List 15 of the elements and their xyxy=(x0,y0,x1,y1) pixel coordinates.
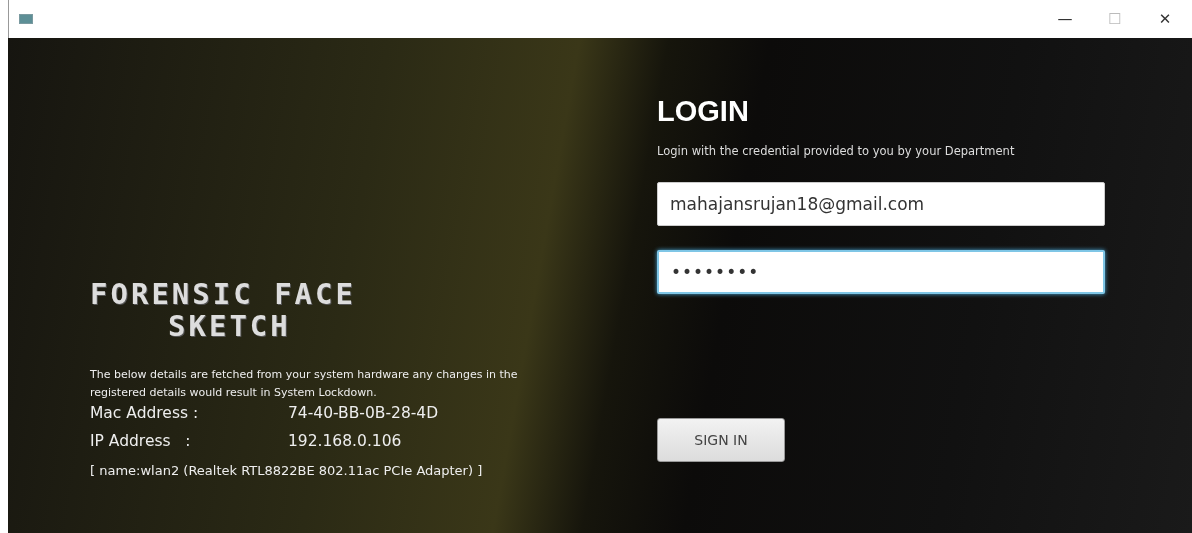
sign-in-button[interactable]: SIGN IN xyxy=(657,418,785,462)
info-label: Mac Address : xyxy=(90,404,200,422)
info-value: 192.168.0.106 xyxy=(288,431,402,450)
app-icon xyxy=(19,14,33,24)
login-heading: LOGIN xyxy=(657,95,750,128)
email-field[interactable]: mahajansrujan18@gmail.com xyxy=(657,182,1105,226)
login-subtitle: Login with the credential provided to you by your Department xyxy=(657,144,1016,158)
info-label: IP Address : xyxy=(90,431,192,450)
password-field[interactable]: •••••••• xyxy=(657,250,1105,294)
adapter-name: [ name:wlan2 (Realtek RTL8822BE 802.11ac PCIe Adapter) ] xyxy=(90,463,484,478)
hardware-notice: The below details are fetched from your system hardware any changes in the registered details would result in System Lockdown. xyxy=(90,367,519,401)
app-logo-text: FORENSIC FACE SKETCH xyxy=(90,278,357,342)
minimize-button[interactable]: — xyxy=(1042,4,1088,34)
close-button[interactable]: ✕ xyxy=(1142,4,1188,34)
info-value: 74-40-BB-0B-28-4D xyxy=(288,404,439,422)
